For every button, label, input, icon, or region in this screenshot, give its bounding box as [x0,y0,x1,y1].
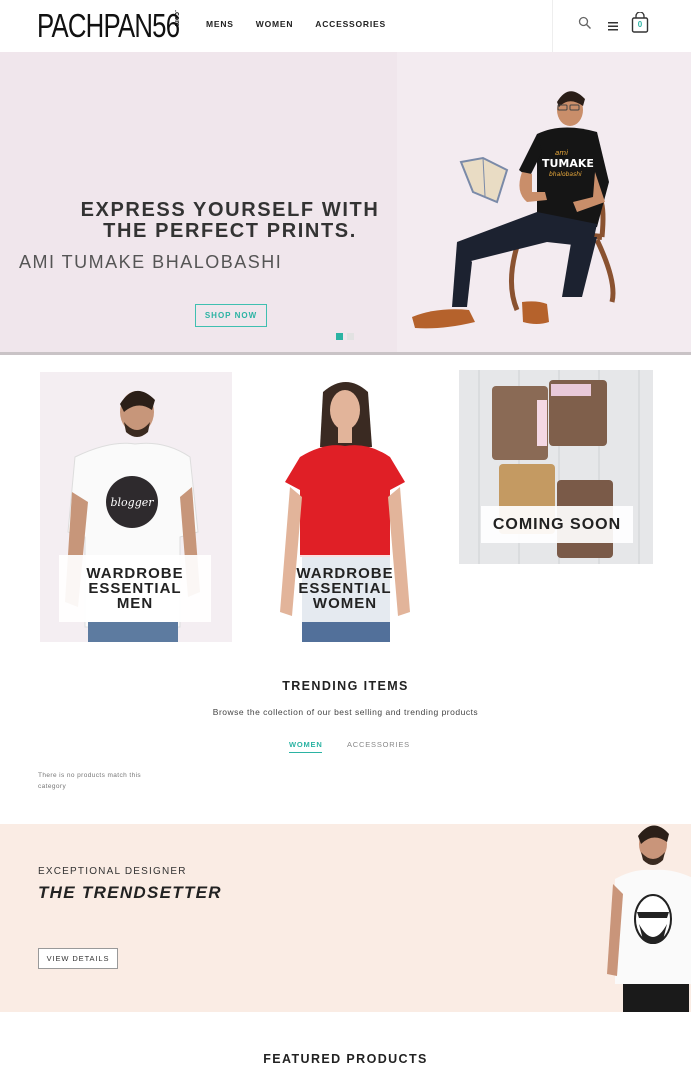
site-logo[interactable]: PACHPAN56 [37,8,180,44]
slider-progress-bar [0,352,691,355]
shirt-print-line3: bhalobashi [549,171,582,178]
trending-subtitle: Browse the collection of our best sellin… [212,707,479,717]
shirt-print-blogger: blogger [110,496,154,509]
view-details-button[interactable]: VIEW DETAILS [38,948,118,969]
hero-image: ami TUMAKE bhalobashi [397,52,691,352]
category-card-accessories[interactable]: COMING SOON [459,370,653,564]
category-men-line1: WARDROBE [86,565,184,582]
active-tab-underline [289,752,322,753]
hero-title: EXPRESS YOURSELF WITH THE PERFECT PRINTS… [60,200,400,242]
category-women-line2: ESSENTIAL [298,580,392,597]
main-nav: MENS WOMEN ACCESSORIES [206,19,386,29]
tab-accessories[interactable]: ACCESSORIES [347,740,410,749]
category-men-line2: ESSENTIAL [88,580,182,597]
category-label-men: WARDROBE ESSENTIAL MEN [59,555,211,622]
category-men-line3: MEN [116,595,154,612]
bag-icon[interactable]: 0 [631,11,649,39]
hero-title-line1: EXPRESS YOURSELF WITH [80,199,380,221]
tab-women[interactable]: WOMEN [289,740,323,749]
trendsetter-kicker: EXCEPTIONAL DESIGNER [38,866,187,877]
hero-subtitle: AMI TUMAKE BHALOBASHI [19,252,283,272]
logo-suffix: .com [173,10,180,27]
shop-now-button[interactable]: SHOP NOW [195,304,267,327]
trendsetter-title: THE TRENDSETTER [38,883,222,902]
category-label-women: WARDROBE ESSENTIAL WOMEN [296,555,393,622]
slider-dot-1[interactable] [336,333,343,340]
header-divider [552,0,553,52]
trendsetter-model-image [607,825,691,1012]
trending-title: TRENDING ITEMS [282,679,409,693]
category-women-line3: WOMEN [312,595,378,612]
slider-dot-2[interactable] [347,333,354,340]
nav-item-women[interactable]: WOMEN [256,19,294,29]
cart-count: 0 [637,20,643,29]
hero-slider: ami TUMAKE bhalobashi EXPRESS YOURSELF W… [0,52,691,352]
nav-item-accessories[interactable]: ACCESSORIES [315,19,386,29]
search-icon[interactable] [578,16,592,35]
menu-icon[interactable] [607,19,619,37]
category-card-men[interactable]: blogger WARDROBE ESSENTIAL MEN [40,372,232,642]
category-women-line1: WARDROBE [296,565,394,582]
category-card-women[interactable]: WARDROBE ESSENTIAL WOMEN [250,372,440,642]
hero-title-line2: THE PERFECT PRINTS. [103,220,357,242]
featured-title: FEATURED PRODUCTS [263,1052,428,1066]
coming-soon-label: COMING SOON [481,506,633,543]
shirt-print-line1: ami [555,149,568,157]
empty-products-message: There is no products match this category [38,772,142,790]
trendsetter-banner [0,824,691,1012]
shirt-print-line2: TUMAKE [542,157,594,170]
site-header: PACHPAN56 .com MENS WOMEN ACCESSORIES 0 [0,0,691,52]
nav-item-mens[interactable]: MENS [206,19,234,29]
